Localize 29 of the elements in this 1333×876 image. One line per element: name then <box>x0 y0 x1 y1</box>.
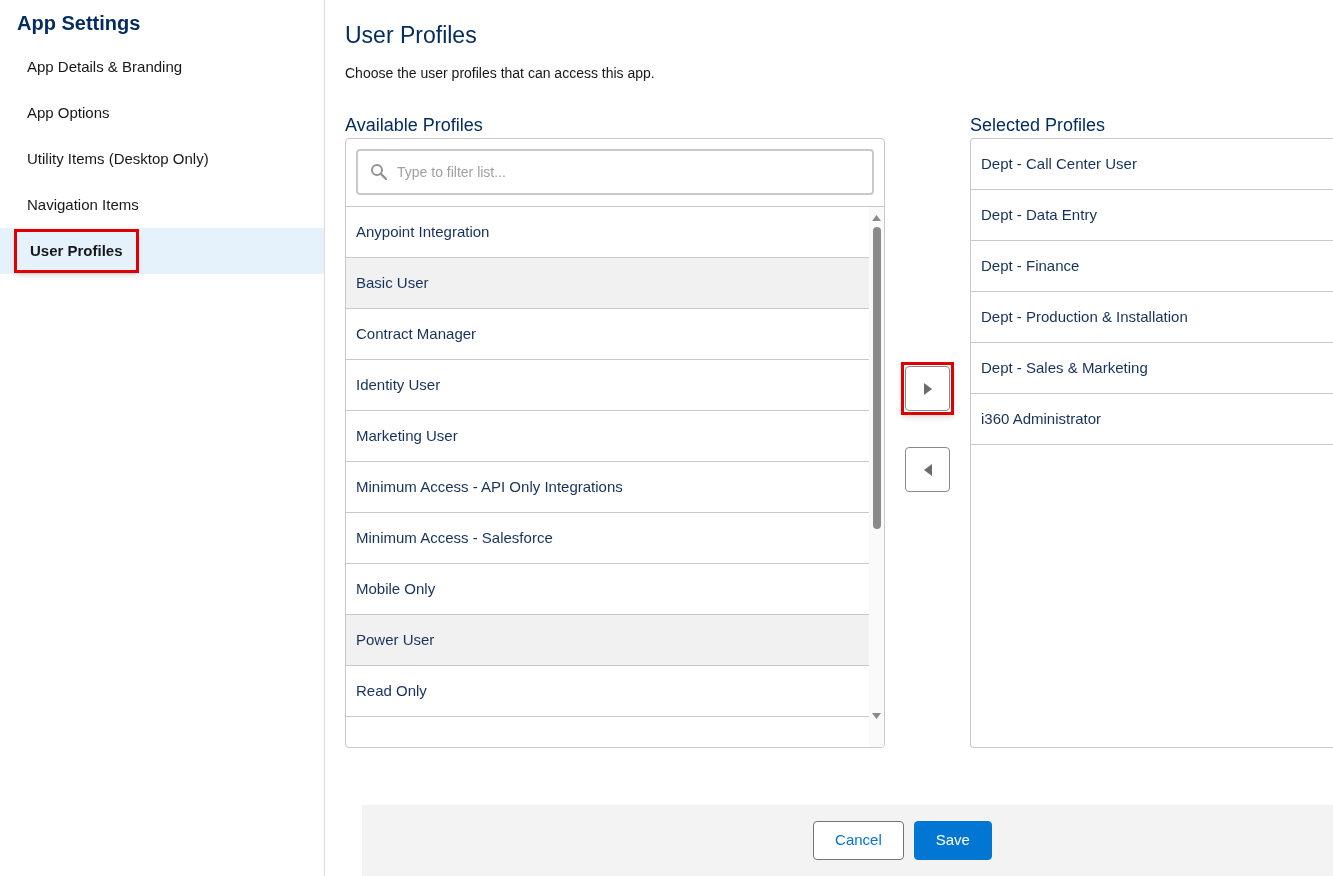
search-icon <box>370 163 387 180</box>
save-button[interactable]: Save <box>913 821 992 860</box>
selected-profile-option[interactable]: Dept - Production & Installation <box>971 292 1333 343</box>
sidebar-item[interactable]: Navigation Items <box>14 185 152 225</box>
move-left-button[interactable] <box>905 447 950 492</box>
page-title: User Profiles <box>345 21 478 50</box>
filter-field[interactable]: Type to filter list... <box>356 149 874 195</box>
sidebar-item[interactable]: Utility Items (Desktop Only) <box>14 139 222 179</box>
selected-profile-option[interactable]: i360 Administrator <box>971 394 1333 445</box>
profile-option[interactable]: Basic User <box>346 258 869 309</box>
selected-profile-option[interactable]: Dept - Finance <box>971 241 1333 292</box>
sidebar-item[interactable]: App Options <box>14 93 123 133</box>
selected-profile-option[interactable]: Dept - Call Center User <box>971 139 1333 190</box>
description: Choose the user profiles that can access this app. <box>345 64 656 83</box>
sidebar-title: App Settings <box>16 11 142 36</box>
selected-profile-option[interactable]: Dept - Data Entry <box>971 190 1333 241</box>
profile-option[interactable]: Power User <box>346 615 869 666</box>
scrollbar[interactable] <box>869 207 884 747</box>
sidebar-item[interactable]: User Profiles <box>14 228 139 274</box>
available-profiles-heading: Available Profiles <box>345 114 484 137</box>
selected-profile-option[interactable]: Dept - Sales & Marketing <box>971 343 1333 394</box>
scroll-up-arrow-icon[interactable] <box>872 215 881 221</box>
scroll-down-arrow-icon[interactable] <box>872 713 881 719</box>
left-triangle-icon <box>923 463 932 476</box>
sidebar-item[interactable]: App Details & Branding <box>14 47 196 87</box>
right-triangle-icon <box>923 382 932 395</box>
move-right-button[interactable] <box>905 366 950 411</box>
cancel-button[interactable]: Cancel <box>813 821 904 860</box>
selected-profiles-heading: Selected Profiles <box>970 114 1107 137</box>
